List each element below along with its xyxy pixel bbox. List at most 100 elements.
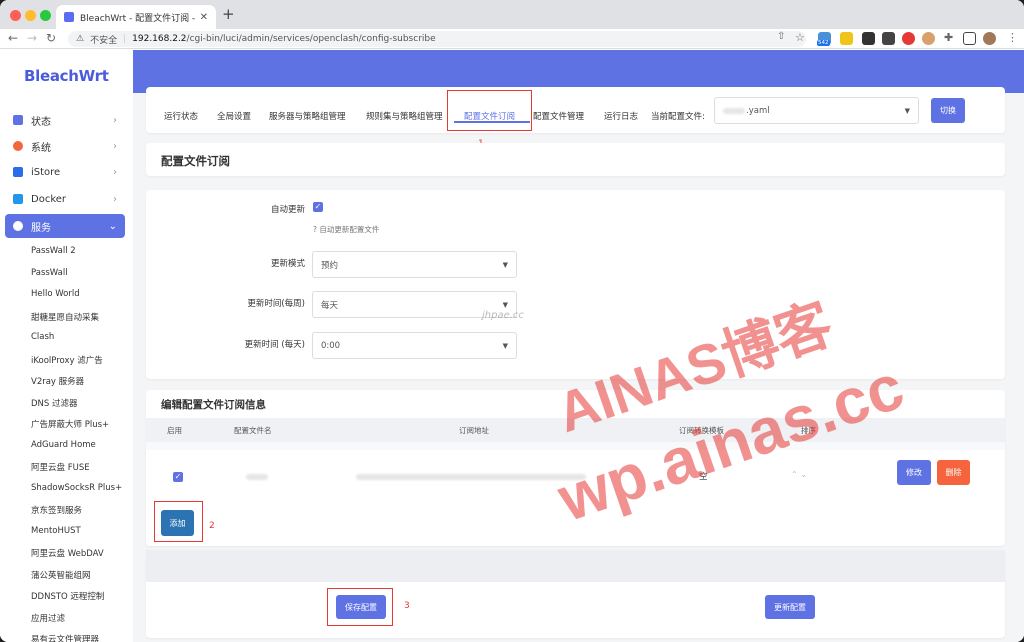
row-config-name (246, 474, 268, 480)
update-day-label: 更新时间 (每天) (244, 340, 305, 350)
sidebar-item-jd-sign[interactable]: 京东签到服务 (31, 504, 82, 516)
sidebar-item-passwall[interactable]: PassWall (31, 268, 68, 278)
small-watermark: jhpae.cc (482, 310, 524, 321)
edit-button[interactable]: 修改 (897, 460, 931, 485)
row-enable-checkbox[interactable]: ✓ (173, 472, 183, 482)
col-sub-url: 订阅地址 (459, 426, 489, 435)
gear-icon (13, 141, 23, 151)
sidebar-item-v2ray-server[interactable]: V2ray 服务器 (31, 375, 84, 387)
extension-icon[interactable] (902, 32, 915, 45)
chevron-down-icon: ▼ (502, 260, 508, 269)
auto-update-label: 自动更新 (270, 205, 305, 215)
close-window-button[interactable] (10, 10, 21, 21)
annotation-box-1 (447, 90, 532, 131)
chevron-down-icon: ▼ (904, 106, 910, 115)
tab-bar: BleachWrt - 配置文件订阅 - LuCI ✕ + (0, 0, 1024, 29)
delete-button[interactable]: 删除 (937, 460, 970, 485)
update-mode-select[interactable]: 预约 ▼ (312, 251, 517, 278)
extension-badge: 542 (817, 40, 830, 46)
subscribe-title: 编辑配置文件订阅信息 (161, 399, 266, 411)
sidebar-item-adguard-home[interactable]: AdGuard Home (31, 440, 96, 450)
tab-global-settings[interactable]: 全局设置 (217, 110, 251, 122)
sidebar-toggle-icon[interactable] (963, 32, 976, 45)
extension-icon[interactable] (840, 32, 853, 45)
page-title-card: 配置文件订阅 (146, 143, 1005, 176)
switch-button[interactable]: 切换 (931, 98, 965, 123)
footer-card: 保存配置 更新配置 (146, 550, 1005, 638)
tab-running-log[interactable]: 运行日志 (604, 110, 638, 122)
help-icon: ? (313, 225, 317, 234)
cube-icon (13, 167, 23, 177)
current-config-label: 当前配置文件: (651, 112, 705, 122)
sidebar-item-ikoolproxy[interactable]: iKoolProxy 滤广告 (31, 354, 103, 366)
sidebar-item-mentohust[interactable]: MentoHUST (31, 526, 81, 536)
sidebar-item-ad-block-plus[interactable]: 广告屏蔽大师 Plus+ (31, 418, 109, 430)
extension-icon[interactable] (882, 32, 895, 45)
sort-arrows-icon[interactable]: ⌃ ⌄ (791, 470, 807, 479)
tab-config-manage[interactable]: 配置文件管理 (533, 110, 584, 122)
sidebar-item-tiantang[interactable]: 甜糖星愿自动采集 (31, 311, 99, 323)
new-tab-icon[interactable]: + (222, 5, 235, 23)
forward-icon[interactable]: → (27, 31, 37, 45)
current-config-select[interactable]: .yaml ▼ (714, 97, 919, 124)
sidebar: BleachWrt 状态 › 系统 › iStore › Docker › 服务 ⌄ Pa… (0, 50, 133, 642)
url-field[interactable]: ⚠ 不安全 | 192.168.2.2 /cgi-bin/luci/admin/… (68, 31, 806, 47)
url-path: /cgi-bin/luci/admin/services/openclash/c… (186, 34, 436, 44)
sidebar-item-passwall-2[interactable]: PassWall 2 (31, 246, 76, 256)
sidebar-item-ddnsto[interactable]: DDNSTO 远程控制 (31, 590, 104, 602)
sidebar-item-services[interactable]: 服务 ⌄ (5, 214, 125, 238)
maximize-window-button[interactable] (40, 10, 51, 21)
address-bar-row: ← → ↻ ⚠ 不安全 | 192.168.2.2 /cgi-bin/luci/… (0, 29, 1024, 49)
sidebar-item-app-filter[interactable]: 应用过滤 (31, 612, 65, 624)
settings-card: 自动更新 ✓ ? 自动更新配置文件 更新模式 预约 ▼ 更新时间(每周) 每天 … (146, 190, 1005, 379)
sidebar-item-system[interactable]: 系统 › (5, 134, 125, 158)
tab-running-status[interactable]: 运行状态 (164, 110, 198, 122)
more-menu-icon[interactable]: ⋮ (1007, 31, 1018, 44)
update-day-select[interactable]: 0:00 ▼ (312, 332, 517, 359)
col-enable: 启用 (167, 426, 182, 435)
browser-window: BleachWrt - 配置文件订阅 - LuCI ✕ + ← → ↻ ⚠ 不安… (0, 0, 1024, 642)
sidebar-item-hello-world[interactable]: Hello World (31, 289, 80, 299)
main-content: 运行状态 全局设置 服务器与策略组管理 规则集与策略组管理 配置文件订阅 配置文… (133, 50, 1024, 642)
bookmark-star-icon[interactable]: ☆ (795, 31, 805, 44)
back-icon[interactable]: ← (8, 31, 18, 45)
insecure-icon: ⚠ (76, 34, 85, 44)
grid-icon (13, 115, 23, 125)
chevron-down-icon: ▼ (502, 341, 508, 350)
extension-icon[interactable] (862, 32, 875, 45)
favicon-icon (64, 12, 74, 22)
update-config-button[interactable]: 更新配置 (765, 595, 815, 619)
browser-tab[interactable]: BleachWrt - 配置文件订阅 - LuCI ✕ (56, 5, 216, 29)
page-title: 配置文件订阅 (161, 154, 230, 168)
sidebar-item-linkease[interactable]: 易有云文件管理器 (31, 633, 99, 642)
sidebar-item-aliyun-webdav[interactable]: 阿里云盘 WebDAV (31, 547, 104, 559)
auto-update-checkbox[interactable]: ✓ (313, 202, 323, 212)
annotation-number: 3 (404, 601, 410, 611)
tab-ruleset-policy[interactable]: 规则集与策略组管理 (366, 110, 443, 122)
sidebar-item-clash[interactable]: Clash (31, 332, 54, 342)
sidebar-item-ssr-plus[interactable]: ShadowSocksR Plus+ (31, 483, 122, 493)
sidebar-item-pgyer-sdwan[interactable]: 蒲公英智能组网 (31, 569, 91, 581)
link-icon (13, 221, 23, 231)
logo: BleachWrt (24, 67, 109, 85)
update-mode-label: 更新模式 (270, 259, 305, 269)
sidebar-item-docker[interactable]: Docker › (5, 187, 125, 211)
sidebar-item-dns-filter[interactable]: DNS 过滤器 (31, 397, 78, 409)
docker-icon (13, 194, 23, 204)
sidebar-item-aliyun-fuse[interactable]: 阿里云盘 FUSE (31, 461, 90, 473)
reload-icon[interactable]: ↻ (46, 31, 56, 45)
col-config-name: 配置文件名 (234, 426, 272, 435)
close-tab-icon[interactable]: ✕ (200, 12, 208, 23)
sidebar-item-istore[interactable]: iStore › (5, 160, 125, 184)
tab-title: BleachWrt - 配置文件订阅 - LuCI (80, 13, 196, 24)
sidebar-item-status[interactable]: 状态 › (5, 108, 125, 132)
chevron-down-icon: ▼ (502, 300, 508, 309)
insecure-label: 不安全 (90, 35, 118, 46)
tab-server-policy[interactable]: 服务器与策略组管理 (269, 110, 346, 122)
avatar[interactable] (983, 32, 996, 45)
extension-icon[interactable] (922, 32, 935, 45)
puzzle-icon[interactable]: ✚ (944, 31, 953, 44)
auto-update-hint: 自动更新配置文件 (319, 225, 380, 234)
minimize-window-button[interactable] (25, 10, 36, 21)
share-icon[interactable]: ⇧ (777, 31, 785, 42)
